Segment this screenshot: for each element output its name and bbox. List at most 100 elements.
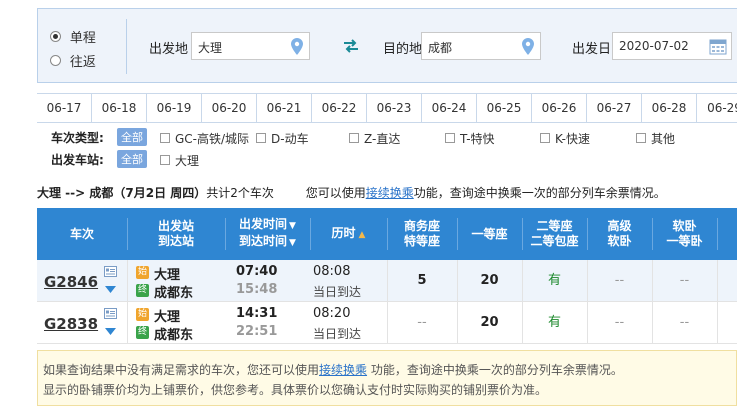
info-card-icon[interactable] (104, 308, 117, 319)
filter-option-label: Z-直达 (364, 132, 401, 146)
to-station: 成都东 (154, 286, 194, 301)
filter-option[interactable]: T-特快 (445, 130, 495, 147)
checkbox[interactable] (349, 133, 359, 143)
col-business: 商务座 特等座 (403, 219, 440, 248)
date-tab[interactable]: 06-18 (92, 94, 147, 122)
transfer-link[interactable]: 接续换乘 (319, 363, 367, 377)
train-number[interactable]: G2838 (44, 315, 98, 333)
day-note: 当日到达 (313, 327, 362, 341)
station-option-label: 大理 (175, 154, 200, 168)
col-station: 出发站 到达站 (157, 219, 194, 248)
station-label: 出发车站: (51, 153, 104, 167)
expand-down-icon[interactable] (105, 286, 116, 293)
from-station: 大理 (154, 310, 181, 325)
filter-option[interactable]: Z-直达 (349, 130, 400, 147)
date-tab[interactable]: 06-17 (37, 94, 92, 122)
checkbox[interactable] (636, 133, 646, 143)
station-option[interactable]: 大理 (160, 152, 199, 169)
location-pin-icon (522, 38, 534, 55)
expand-down-icon[interactable] (105, 328, 116, 335)
oneway-label: 单程 (69, 31, 96, 46)
date-tab[interactable]: 06-26 (532, 94, 587, 122)
filter-option[interactable]: GC-高铁/城际 (160, 130, 249, 147)
filter-option[interactable]: 其他 (636, 130, 675, 147)
adv-soft-sleeper: -- (614, 315, 625, 330)
soft-sleeper: -- (679, 273, 690, 288)
col-first: 一等座 (471, 226, 508, 241)
col-duration[interactable]: 历时 ▲ (310, 208, 387, 260)
swap-icon[interactable] (342, 39, 360, 53)
hint-pre: 您可以使用 (305, 186, 366, 200)
duration: 08:08 (313, 264, 351, 279)
second-class[interactable]: 有 (522, 260, 587, 302)
date-tab[interactable]: 06-19 (147, 94, 202, 122)
notice-box: 如果查询结果中没有满足需求的车次，您还可以使用接续换乘 功能，查询途中换乘一次的… (37, 350, 737, 406)
train-type-label: 车次类型: (51, 131, 104, 145)
checkbox[interactable] (256, 133, 266, 143)
depart-time: 07:40 (236, 264, 278, 279)
checkbox[interactable] (540, 133, 550, 143)
sort-down-icon[interactable]: ▼ (289, 221, 296, 231)
filter-option[interactable]: K-快速 (540, 130, 590, 147)
date-value: 2020-07-02 (619, 39, 689, 53)
date-tab[interactable]: 06-27 (587, 94, 642, 122)
info-card-icon[interactable] (104, 266, 117, 277)
date-tab[interactable]: 06-23 (367, 94, 422, 122)
checkbox[interactable] (160, 155, 170, 165)
to-field[interactable]: 成都 (421, 32, 541, 60)
result-summary: 大理 --> 成都（7月2日 周四）共计2个车次 您可以使用接续换乘功能，查询途… (37, 184, 666, 201)
date-tab[interactable]: 06-24 (422, 94, 477, 122)
date-tab[interactable]: 06-20 (202, 94, 257, 122)
end-tag: 终 (136, 326, 149, 339)
date-tab[interactable]: 06-28 (642, 94, 697, 122)
location-pin-icon (291, 38, 303, 55)
filter-option-label: T-特快 (460, 132, 495, 146)
roundtrip-label: 往返 (69, 55, 96, 70)
first-class[interactable]: 20 (457, 302, 522, 344)
date-tab[interactable]: 06-29 (697, 94, 737, 122)
sort-down-icon[interactable]: ▼ (289, 238, 296, 248)
calendar-icon[interactable] (709, 38, 727, 55)
filter-option[interactable]: D-动车 (256, 130, 309, 147)
to-station: 成都东 (154, 328, 194, 343)
trip-type-roundtrip[interactable]: 往返 (50, 51, 96, 70)
roundtrip-radio[interactable] (50, 55, 61, 66)
adv-soft-sleeper: -- (614, 273, 625, 288)
checkbox[interactable] (160, 133, 170, 143)
second-class[interactable]: 有 (522, 302, 587, 344)
table-row[interactable]: G2838 始 大理 终 成都东 14:31 22:51 08:20 当日到达 … (37, 302, 737, 344)
filter-option-label: D-动车 (271, 132, 309, 146)
end-tag: 终 (136, 284, 149, 297)
date-tab[interactable]: 06-21 (257, 94, 312, 122)
business-seat[interactable]: 5 (387, 260, 457, 302)
from-field[interactable]: 大理 (191, 32, 310, 60)
date-field[interactable]: 2020-07-02 (612, 32, 732, 60)
station-all[interactable]: 全部 (117, 150, 147, 168)
trip-type-oneway[interactable]: 单程 (50, 27, 96, 46)
col-soft: 软卧 一等卧 (666, 219, 703, 248)
filter-option-label: GC-高铁/城际 (175, 132, 250, 146)
table-row[interactable]: G2846 始 大理 终 成都东 07:40 15:48 08:08 当日到达 … (37, 260, 737, 302)
to-label: 目的地 (383, 42, 423, 57)
date-tab[interactable]: 06-22 (312, 94, 367, 122)
train-type-all[interactable]: 全部 (117, 128, 147, 146)
date-tabs: 06-17 06-18 06-19 06-20 06-21 06-22 06-2… (37, 93, 737, 123)
hint-post: 功能，查询途中换乘一次的部分列车余票情况。 (413, 186, 666, 200)
soft-sleeper: -- (679, 315, 690, 330)
date-label: 出发日 (572, 42, 612, 57)
from-label: 出发地 (149, 42, 189, 57)
route-text: 大理 --> 成都（7月2日 周四） (37, 186, 207, 200)
first-class[interactable]: 20 (457, 260, 522, 302)
business-seat: -- (417, 315, 427, 330)
col-time[interactable]: 出发时间 ▼ 到达时间 ▼ (225, 208, 310, 260)
sort-up-icon[interactable]: ▲ (359, 230, 366, 240)
checkbox[interactable] (445, 133, 455, 143)
search-panel: 单程 往返 出发地 大理 目的地 成都 出发日 2020-07-02 (37, 8, 737, 83)
train-number[interactable]: G2846 (44, 273, 98, 291)
date-tab[interactable]: 06-25 (477, 94, 532, 122)
oneway-radio[interactable] (50, 31, 61, 42)
transfer-link[interactable]: 接续换乘 (366, 186, 414, 200)
filter-option-label: 其他 (651, 132, 676, 146)
col-adv-soft: 高级 软卧 (607, 219, 632, 248)
col-train[interactable]: 车次 (37, 208, 127, 260)
